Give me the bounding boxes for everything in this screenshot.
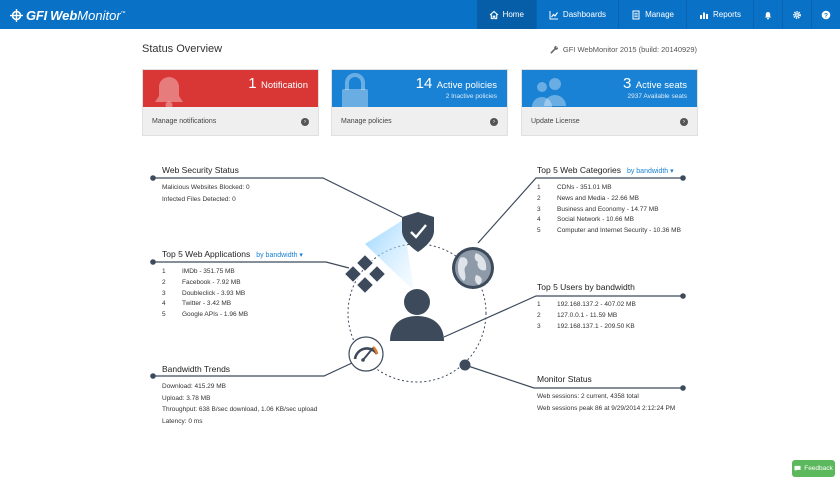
list-item: 4 Twitter - 3.42 MB [162, 300, 232, 308]
list-item: 1 IMDb - 351.75 MB [162, 268, 235, 275]
top-users-title: Top 5 Users by bandwidth [537, 282, 635, 292]
list-item: 5 Google APIs - 1.96 MB [162, 311, 249, 319]
list-item: 3 Business and Economy - 14.77 MB [537, 205, 659, 213]
list-item: 5 Computer and Internet Security - 10.36 … [537, 227, 681, 235]
web-sessions-peak: Web sessions peak 86 at 9/29/2014 2:12:2… [537, 404, 676, 412]
malicious-websites-blocked: Malicious Websites Blocked: 0 [162, 184, 250, 191]
speedometer-icon[interactable] [348, 336, 384, 372]
monitor-status-title: Monitor Status [537, 374, 592, 384]
list-item: 3 192.168.137.1 - 209.50 KB [537, 322, 635, 330]
status-diagram [150, 175, 686, 391]
list-item: 2 127.0.0.1 - 11.59 MB [537, 311, 618, 319]
monitor-status-dot[interactable] [459, 359, 471, 371]
web-categories-sort-dropdown[interactable]: by bandwidth ▾ [627, 167, 674, 175]
bandwidth-latency: Latency: 0 ms [162, 417, 203, 425]
infected-files-detected: Infected Files Detected: 0 [162, 195, 236, 203]
list-item: 2 Facebook - 7.92 MB [162, 278, 241, 286]
top-users-section: Top 5 Users by bandwidth 1 192.168.137.2 … [537, 282, 636, 333]
bandwidth-trends-section: Bandwidth Trends Download: 415.29 MB Upl… [162, 364, 317, 429]
web-security-title: Web Security Status [162, 165, 239, 175]
monitor-status-section: Monitor Status Web sessions: 2 current, … [537, 374, 675, 416]
web-applications-title: Top 5 Web Applications by bandwidth ▾ [162, 249, 303, 259]
bandwidth-download: Download: 415.29 MB [162, 383, 226, 390]
list-item: 3 Doubleclick - 3.93 MB [162, 289, 246, 297]
web-sessions-current: Web sessions: 2 current, 4358 total [537, 393, 639, 400]
list-item: 1 CDNs - 351.01 MB [537, 184, 612, 191]
list-item: 1 192.168.137.2 - 407.02 MB [537, 301, 636, 308]
globe-icon[interactable] [452, 247, 494, 289]
web-applications-section: Top 5 Web Applications by bandwidth ▾ 1I… [162, 249, 303, 322]
feedback-button[interactable]: Feedback [792, 460, 835, 477]
comment-icon [794, 465, 801, 472]
web-categories-title: Top 5 Web Categories by bandwidth ▾ [537, 165, 674, 175]
apps-diamond-icon[interactable] [343, 253, 387, 295]
feedback-label: Feedback [804, 465, 833, 472]
user-icon[interactable] [390, 289, 444, 341]
list-item: 4 Social Network - 10.66 MB [537, 216, 634, 224]
list-item: 2 News and Media - 22.66 MB [537, 194, 640, 202]
web-categories-section: Top 5 Web Categories by bandwidth ▾ 1 CDN… [537, 165, 681, 238]
web-security-section: Web Security Status Malicious Websites B… [162, 165, 250, 207]
bandwidth-throughput: Throughput: 638 B/sec download, 1.06 KB/… [162, 406, 318, 413]
bandwidth-upload: Upload: 3.78 MB [162, 394, 211, 402]
bandwidth-trends-title: Bandwidth Trends [162, 364, 231, 374]
web-applications-sort-dropdown[interactable]: by bandwidth ▾ [256, 251, 303, 259]
